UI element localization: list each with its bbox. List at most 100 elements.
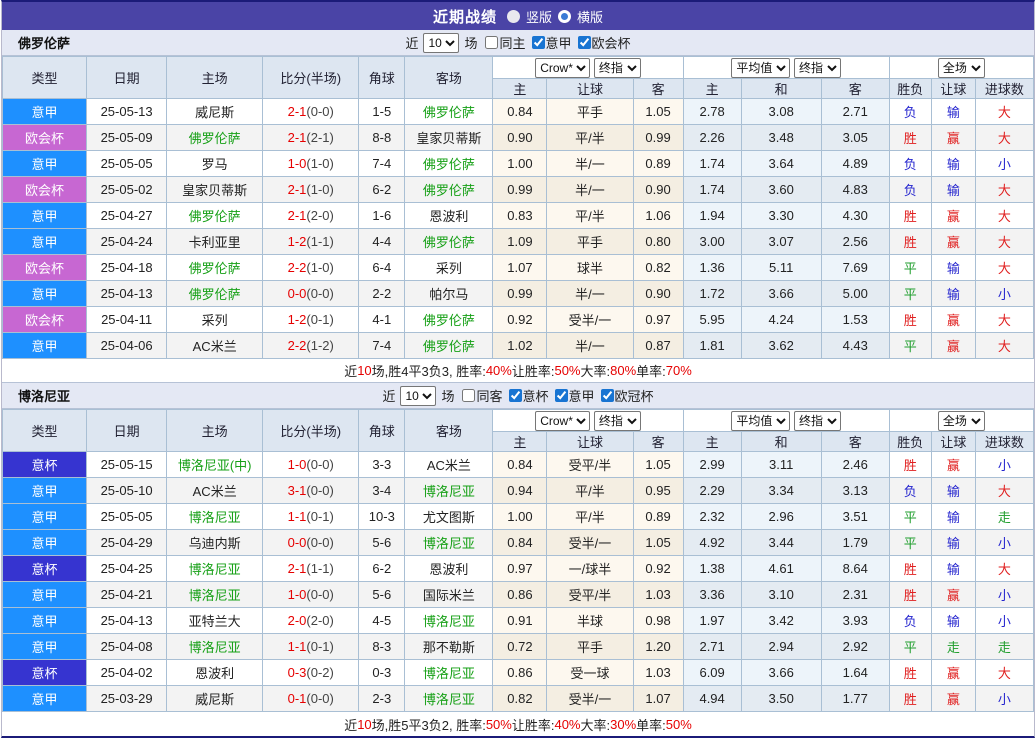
filter-checkbox[interactable]: 意甲 <box>555 386 595 405</box>
checkbox-欧冠杯[interactable] <box>601 389 614 402</box>
cell-result-handicap: 赢 <box>931 333 975 359</box>
filter-checkbox[interactable]: 意甲 <box>532 33 572 52</box>
average-stage-select[interactable]: 终指 <box>794 411 841 431</box>
cell-home-team: 皇家贝蒂斯 <box>167 177 263 203</box>
table-row: 欧会杯25-04-11采列1-2(0-1)4-1佛罗伦萨0.92受半/一0.97… <box>3 307 1034 333</box>
cell-avg-draw: 3.11 <box>741 452 821 478</box>
cell-odds-handicap: 受一球 <box>547 660 633 686</box>
checkbox-意杯[interactable] <box>509 389 522 402</box>
cell-score: 1-0(0-0) <box>263 452 359 478</box>
team-section-bologna: 博洛尼亚 近 10 场 同客意杯意甲欧冠杯 类型 日期 主场 比分(半场) <box>2 383 1034 736</box>
cell-result-winloss: 胜 <box>889 203 931 229</box>
fullmatch-select-cell: 全场 <box>889 410 1033 432</box>
cell-home-team: 卡利亚里 <box>167 229 263 255</box>
odds-stage-select[interactable]: 终指 <box>594 411 641 431</box>
match-count-select[interactable]: 10 <box>400 386 436 406</box>
summary-segment: 30% <box>610 717 636 732</box>
cell-avg-draw: 3.50 <box>741 686 821 712</box>
record-summary: 近10场,胜5平3负2, 胜率:50% 让胜率:40% 大率:30% 单率:50… <box>2 712 1034 736</box>
cell-avg-home: 2.32 <box>683 504 741 530</box>
cell-corners: 2-3 <box>359 686 405 712</box>
cell-away-team: 博洛尼亚 <box>405 686 493 712</box>
cell-odds-home: 1.00 <box>493 151 547 177</box>
average-select[interactable]: 平均值 <box>731 411 790 431</box>
checkbox-同客[interactable] <box>462 389 475 402</box>
cell-date: 25-05-15 <box>87 452 167 478</box>
col-corner: 角球 <box>359 410 405 452</box>
cell-result-handicap: 走 <box>931 634 975 660</box>
average-select-cell: 平均值 终指 <box>683 410 889 432</box>
col-type: 类型 <box>3 57 87 99</box>
cell-odds-home: 1.02 <box>493 333 547 359</box>
halftime-score: (0-0) <box>306 691 333 706</box>
cell-result-goals: 大 <box>975 229 1033 255</box>
table-row: 意甲25-04-13亚特兰大2-0(2-0)4-5博洛尼亚0.91半球0.981… <box>3 608 1034 634</box>
cell-result-goals: 小 <box>975 452 1033 478</box>
cell-type: 意甲 <box>3 229 87 255</box>
cell-corners: 5-6 <box>359 530 405 556</box>
cell-home-team: 博洛尼亚 <box>167 504 263 530</box>
summary-segment: 近 <box>344 361 357 380</box>
halftime-score: (1-0) <box>306 182 333 197</box>
col-avg-draw: 和 <box>741 432 821 452</box>
cell-avg-away: 2.92 <box>821 634 889 660</box>
checkbox-欧会杯[interactable] <box>578 36 591 49</box>
cell-score: 1-2(0-1) <box>263 307 359 333</box>
bookmaker-select[interactable]: Crow* <box>535 411 590 431</box>
col-odds-handicap: 让球 <box>547 79 633 99</box>
col-score: 比分(半场) <box>263 410 359 452</box>
fullmatch-select[interactable]: 全场 <box>938 411 985 431</box>
cell-odds-handicap: 平手 <box>547 229 633 255</box>
horizontal-layout-radio[interactable] <box>558 10 571 23</box>
cell-avg-away: 3.05 <box>821 125 889 151</box>
cell-score: 0-3(0-2) <box>263 660 359 686</box>
cell-date: 25-03-29 <box>87 686 167 712</box>
fulltime-score: 1-0 <box>288 156 307 171</box>
average-stage-select[interactable]: 终指 <box>794 58 841 78</box>
cell-score: 1-2(1-1) <box>263 229 359 255</box>
cell-odds-away: 0.95 <box>633 478 683 504</box>
cell-score: 2-1(1-0) <box>263 177 359 203</box>
vertical-layout-radio[interactable] <box>507 10 520 23</box>
cell-result-handicap: 赢 <box>931 229 975 255</box>
cell-type: 欧会杯 <box>3 255 87 281</box>
filter-checkbox[interactable]: 同主 <box>485 33 525 52</box>
cell-odds-home: 0.86 <box>493 660 547 686</box>
table-row: 意甲25-03-29威尼斯0-1(0-0)2-3博洛尼亚0.82受半/一1.07… <box>3 686 1034 712</box>
cell-result-handicap: 输 <box>931 177 975 203</box>
filter-checkbox[interactable]: 欧冠杯 <box>601 386 654 405</box>
cell-odds-home: 0.84 <box>493 530 547 556</box>
bookmaker-select[interactable]: Crow* <box>535 58 590 78</box>
cell-result-handicap: 赢 <box>931 125 975 151</box>
cell-corners: 8-8 <box>359 125 405 151</box>
match-count-select[interactable]: 10 <box>423 33 459 53</box>
checkbox-意甲[interactable] <box>555 389 568 402</box>
table-row: 欧会杯25-05-02皇家贝蒂斯2-1(1-0)6-2佛罗伦萨0.99半/一0.… <box>3 177 1034 203</box>
cell-home-team: 罗马 <box>167 151 263 177</box>
odds-stage-select[interactable]: 终指 <box>594 58 641 78</box>
cell-score: 0-1(0-0) <box>263 686 359 712</box>
average-select[interactable]: 平均值 <box>731 58 790 78</box>
cell-result-goals: 大 <box>975 125 1033 151</box>
fulltime-score: 2-1 <box>288 104 307 119</box>
cell-home-team: 威尼斯 <box>167 99 263 125</box>
col-result-handicap: 让球 <box>931 79 975 99</box>
cell-type: 意甲 <box>3 203 87 229</box>
table-row: 意杯25-04-25博洛尼亚2-1(1-1)6-2恩波利0.97一/球半0.92… <box>3 556 1034 582</box>
cell-avg-away: 3.13 <box>821 478 889 504</box>
filter-checkbox[interactable]: 同客 <box>462 386 502 405</box>
cell-away-team: 佛罗伦萨 <box>405 307 493 333</box>
fullmatch-select[interactable]: 全场 <box>938 58 985 78</box>
checkbox-同主[interactable] <box>485 36 498 49</box>
cell-score: 0-0(0-0) <box>263 530 359 556</box>
cell-result-winloss: 平 <box>889 333 931 359</box>
checkbox-意甲[interactable] <box>532 36 545 49</box>
filter-checkbox[interactable]: 欧会杯 <box>578 33 631 52</box>
title-bar: 近期战绩 竖版 横版 <box>2 2 1034 30</box>
cell-avg-away: 3.51 <box>821 504 889 530</box>
cell-date: 25-04-21 <box>87 582 167 608</box>
cell-result-goals: 大 <box>975 333 1033 359</box>
cell-result-goals: 小 <box>975 686 1033 712</box>
filter-checkbox[interactable]: 意杯 <box>509 386 549 405</box>
cell-score: 2-0(2-0) <box>263 608 359 634</box>
